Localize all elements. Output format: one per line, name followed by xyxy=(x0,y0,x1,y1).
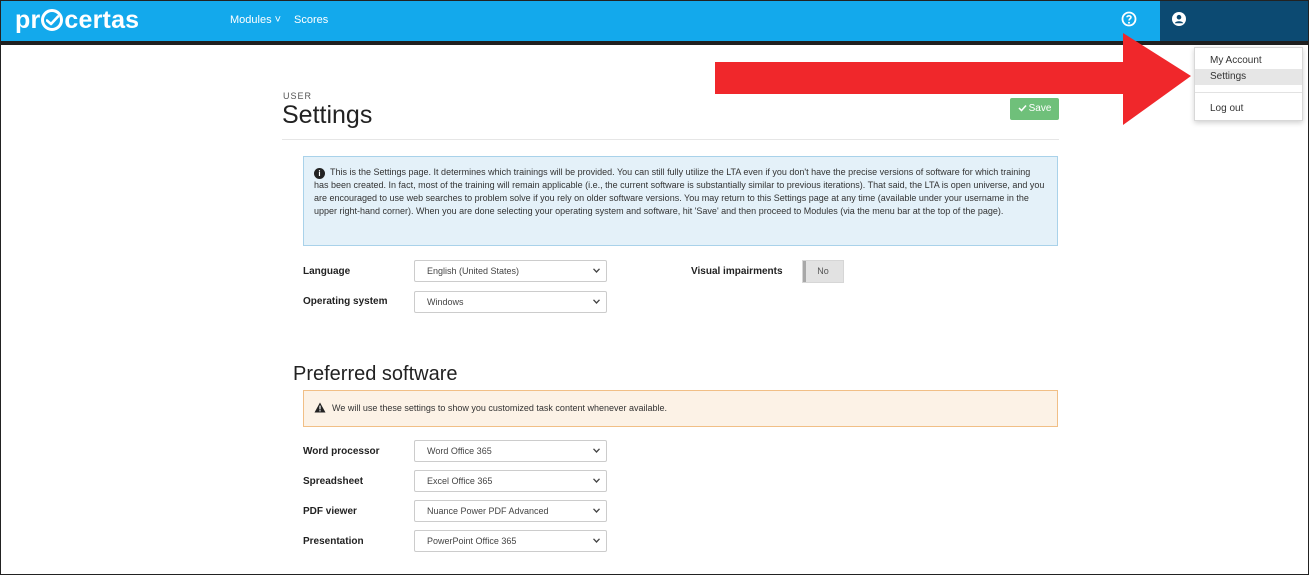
language-select[interactable]: English (United States) xyxy=(414,260,607,282)
word-processor-select[interactable]: Word Office 365 xyxy=(414,440,607,462)
operating-system-select[interactable]: Windows xyxy=(414,291,607,313)
chevron-down-icon xyxy=(593,268,600,273)
pdf-viewer-label: PDF viewer xyxy=(303,506,357,517)
menu-divider xyxy=(1195,92,1302,93)
operating-system-select-value: Windows xyxy=(427,297,464,307)
red-arrow-annotation xyxy=(715,33,1191,125)
chevron-down-icon xyxy=(593,448,600,453)
chevron-down-icon xyxy=(593,508,600,513)
pdf-viewer-select[interactable]: Nuance Power PDF Advanced xyxy=(414,500,607,522)
language-select-value: English (United States) xyxy=(427,266,520,276)
language-label: Language xyxy=(303,266,351,277)
menu-item-my-account[interactable]: My Account xyxy=(1195,53,1302,69)
visual-impairments-label: Visual impairments xyxy=(691,266,783,277)
warning-alert: We will use these settings to show you c… xyxy=(303,390,1058,427)
logo-text-start: pr xyxy=(15,6,41,34)
save-button-label: Save xyxy=(1028,103,1052,114)
warning-icon xyxy=(314,402,326,413)
operating-system-label: Operating system xyxy=(303,296,388,307)
visual-impairments-toggle[interactable]: No xyxy=(802,260,844,283)
menu-item-settings[interactable]: Settings xyxy=(1195,69,1302,85)
presentation-select-value: PowerPoint Office 365 xyxy=(427,536,517,546)
chevron-down-icon xyxy=(593,478,600,483)
chevron-down-icon xyxy=(593,538,600,543)
info-alert-text: This is the Settings page. It determines… xyxy=(314,167,1045,216)
chevron-down-icon xyxy=(593,299,600,304)
save-button[interactable]: Save xyxy=(1010,98,1059,120)
word-processor-select-value: Word Office 365 xyxy=(427,446,492,456)
nav-scores-link[interactable]: Scores xyxy=(294,13,328,27)
app-window: pr certas Modules ˅ Scores My Account Set… xyxy=(0,0,1309,575)
page-title: Settings xyxy=(282,101,373,129)
spreadsheet-label: Spreadsheet xyxy=(303,476,364,487)
info-icon: i xyxy=(314,168,325,179)
header-divider xyxy=(282,139,1059,140)
check-icon xyxy=(1018,104,1027,112)
user-dropdown-menu: My Account Settings Log out xyxy=(1194,47,1303,121)
page-kicker: USER xyxy=(283,91,313,101)
presentation-select[interactable]: PowerPoint Office 365 xyxy=(414,530,607,552)
word-processor-label: Word processor xyxy=(303,446,380,457)
help-icon[interactable] xyxy=(1121,11,1137,27)
spreadsheet-select[interactable]: Excel Office 365 xyxy=(414,470,607,492)
pdf-viewer-select-value: Nuance Power PDF Advanced xyxy=(427,506,549,516)
warning-alert-text: We will use these settings to show you c… xyxy=(332,403,668,413)
user-icon xyxy=(1172,12,1186,26)
procertas-logo[interactable]: pr certas xyxy=(15,5,139,35)
menu-item-log-out[interactable]: Log out xyxy=(1195,101,1302,117)
info-alert: i This is the Settings page. It determine… xyxy=(303,156,1058,246)
logo-text-end: certas xyxy=(64,6,140,34)
spreadsheet-select-value: Excel Office 365 xyxy=(427,476,493,486)
checkmark-circle-logo-icon xyxy=(41,9,64,31)
nav-modules-menu[interactable]: Modules ˅ xyxy=(230,13,281,27)
presentation-label: Presentation xyxy=(303,536,364,547)
preferred-software-heading: Preferred software xyxy=(293,363,458,385)
